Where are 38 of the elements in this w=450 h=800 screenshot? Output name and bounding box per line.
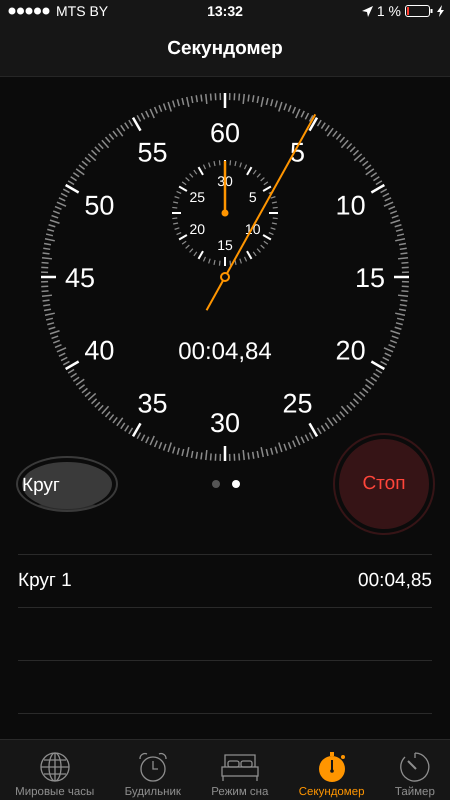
dial-number: 35 xyxy=(137,388,168,419)
elapsed-time: 00:04,84 xyxy=(178,338,272,365)
dial-number: 10 xyxy=(336,190,366,220)
screen-title: Секундомер xyxy=(167,38,283,60)
alarm-clock-icon xyxy=(136,751,169,783)
dial-number: 50 xyxy=(84,190,114,220)
dial-number: 25 xyxy=(282,388,313,419)
sub-dial-number: 5 xyxy=(248,189,257,205)
dial-number: 40 xyxy=(84,336,114,366)
tab-item[interactable]: Режим сна xyxy=(211,751,268,798)
tab-item[interactable]: Секундомер xyxy=(298,751,364,798)
sub-dial-number: 15 xyxy=(217,237,233,253)
sub-dial-number: 25 xyxy=(190,189,206,205)
lap-name: Круг 1 xyxy=(18,570,72,592)
battery-icon xyxy=(405,5,433,17)
page-dot[interactable] xyxy=(212,480,220,488)
tab-item[interactable]: Мировые часы xyxy=(15,751,94,798)
stop-button[interactable]: Стоп xyxy=(335,435,433,533)
dial-number: 55 xyxy=(137,137,168,168)
page-dot[interactable] xyxy=(232,480,240,488)
dial-number: 15 xyxy=(354,263,386,293)
dial-number: 30 xyxy=(210,408,240,438)
charging-icon xyxy=(437,5,444,17)
dial-number: 45 xyxy=(64,263,96,293)
tab-item[interactable]: Будильник xyxy=(124,751,181,798)
dial-number: 60 xyxy=(210,118,240,148)
dial-number: 20 xyxy=(336,336,366,366)
lap-time: 00:04,85 xyxy=(358,570,432,592)
timer-icon xyxy=(398,751,431,783)
location-icon xyxy=(362,6,373,16)
signal-icon xyxy=(8,7,52,15)
tab-item[interactable]: Таймер xyxy=(394,751,435,798)
lap-button[interactable]: Круг xyxy=(18,458,116,510)
status-time: 13:32 xyxy=(207,3,243,19)
battery-percent: 1 % xyxy=(376,3,401,19)
globe-icon xyxy=(38,751,71,783)
carrier-name: MTS BY xyxy=(56,3,108,19)
sub-dial-number: 20 xyxy=(190,221,206,237)
